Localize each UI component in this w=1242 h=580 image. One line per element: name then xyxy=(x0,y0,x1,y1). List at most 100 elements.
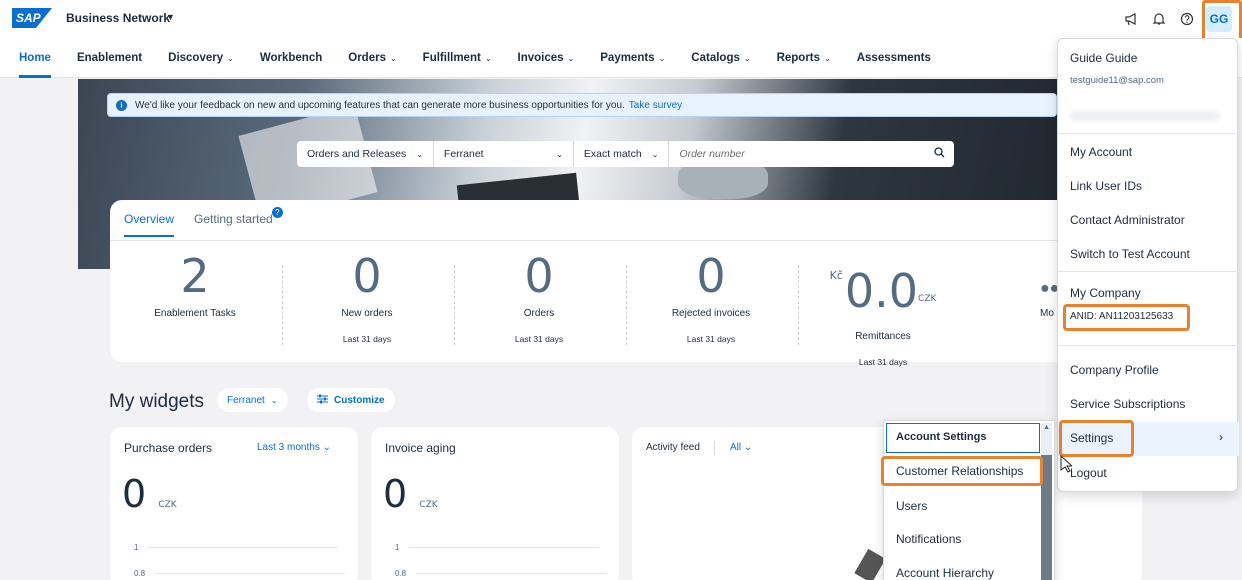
chevron-down-icon: ⌄ xyxy=(484,53,492,63)
nav-workbench[interactable]: Workbench xyxy=(260,38,322,78)
nav-fulfillment[interactable]: Fulfillment ⌄ xyxy=(423,38,492,78)
chevron-down-icon: ⌄ xyxy=(227,53,234,63)
chevron-down-icon: ⌄ xyxy=(556,149,563,159)
document-type-select[interactable]: Orders and Releases ⌄ xyxy=(297,141,434,167)
chevron-down-icon: ⌄ xyxy=(416,149,423,159)
tab-getting-started[interactable]: Getting started? xyxy=(194,207,283,237)
customer-relationships-highlight xyxy=(881,456,1043,486)
divider xyxy=(1058,345,1239,346)
widget-title: Activity feed xyxy=(646,442,700,453)
gridline xyxy=(416,573,607,574)
axis-tick: 1 xyxy=(134,543,339,552)
kpi-remittances[interactable]: Kč0.0CZK Remittances Last 31 days xyxy=(798,252,968,367)
match-type-select[interactable]: Exact match ⌄ xyxy=(574,141,670,167)
activity-filter-select[interactable]: All ⌄ xyxy=(730,442,752,453)
divider xyxy=(110,240,1110,241)
gridline xyxy=(155,573,346,574)
chevron-down-icon: ⌄ xyxy=(322,442,331,453)
sap-logo[interactable]: SAP xyxy=(12,8,52,28)
submenu-notifications[interactable]: Notifications xyxy=(896,532,961,546)
nav-label: Orders xyxy=(348,51,386,64)
nav-reports[interactable]: Reports ⌄ xyxy=(777,38,831,78)
nav-enablement[interactable]: Enablement xyxy=(77,38,142,78)
widget-value: 0 CZK xyxy=(122,474,177,525)
nav-assessments[interactable]: Assessments xyxy=(857,38,931,78)
nav-label: Assessments xyxy=(856,51,931,64)
bell-icon[interactable] xyxy=(1150,10,1168,28)
take-survey-link[interactable]: Take survey xyxy=(629,100,682,111)
nav-payments[interactable]: Payments ⌄ xyxy=(600,38,665,78)
nav-discovery[interactable]: Discovery ⌄ xyxy=(168,38,234,78)
feedback-text: We'd like your feedback on new and upcom… xyxy=(135,99,625,111)
order-number-input[interactable]: Order number xyxy=(669,148,924,160)
kpi-enablement-tasks[interactable]: 2 Enablement Tasks xyxy=(110,252,280,319)
value-number: 0 xyxy=(122,472,147,516)
currency-symbol: Kč xyxy=(829,269,843,282)
avatar-highlight xyxy=(1202,0,1242,41)
megaphone-icon[interactable] xyxy=(1122,10,1140,28)
menu-item-contact-administrator[interactable]: Contact Administrator xyxy=(1070,213,1185,227)
submenu-users[interactable]: Users xyxy=(896,499,927,513)
nav-catalogs[interactable]: Catalogs ⌄ xyxy=(691,38,750,78)
select-value: Last 3 months xyxy=(257,442,320,453)
kpi-value: 0 xyxy=(696,249,726,303)
kpi-label: Enablement Tasks xyxy=(154,308,236,319)
search-icon[interactable] xyxy=(924,147,954,161)
kpi-value: Kč0.0CZK xyxy=(798,252,968,323)
widgets-title: My widgets xyxy=(109,391,205,412)
more-label[interactable]: Mo xyxy=(1040,308,1054,319)
kpi-new-orders[interactable]: 0 New orders Last 31 days xyxy=(282,252,452,344)
kpi-period: Last 31 days xyxy=(686,334,736,344)
customer-select[interactable]: Ferranet ⌄ xyxy=(434,141,574,167)
tab-overview[interactable]: Overview xyxy=(124,212,175,237)
select-value: Orders and Releases xyxy=(307,148,407,160)
menu-item-service-subscriptions[interactable]: Service Subscriptions xyxy=(1070,397,1185,411)
nav-orders[interactable]: Orders ⌄ xyxy=(348,38,396,78)
menu-item-link-user-ids[interactable]: Link User IDs xyxy=(1070,179,1142,193)
value-number: 0 xyxy=(383,472,408,516)
overview-card: Overview Getting started? 2 Enablement T… xyxy=(110,200,1110,367)
value-unit: CZK xyxy=(419,500,438,510)
anid-highlight xyxy=(1063,304,1190,331)
divider xyxy=(714,441,715,455)
help-icon[interactable] xyxy=(1178,10,1196,28)
scroll-up-icon[interactable]: ▲ xyxy=(1043,424,1050,431)
kpi-label: Orders xyxy=(523,308,555,319)
tick-label: 0.8 xyxy=(134,569,146,578)
nav-label: Invoices xyxy=(517,51,564,64)
kpi-period: Last 31 days xyxy=(514,334,564,344)
overview-tabs: Overview Getting started? xyxy=(124,207,293,237)
product-switcher[interactable]: Business Network xyxy=(66,11,170,25)
divider xyxy=(1058,271,1239,272)
kpi-rejected-invoices[interactable]: 0 Rejected invoices Last 31 days xyxy=(626,252,796,344)
submenu-account-hierarchy[interactable]: Account Hierarchy xyxy=(896,566,994,580)
nav-home[interactable]: Home xyxy=(19,38,51,78)
period-select[interactable]: Last 3 months ⌄ xyxy=(257,442,331,453)
nav-label: Workbench xyxy=(259,51,323,64)
widgets-filter-button[interactable]: Ferranet ⌄ xyxy=(217,388,288,412)
chevron-down-icon: ⌄ xyxy=(270,395,278,405)
customize-button[interactable]: Customize xyxy=(307,388,395,412)
menu-item-logout[interactable]: Logout xyxy=(1070,466,1107,480)
nav-invoices[interactable]: Invoices ⌄ xyxy=(518,38,575,78)
kpi-value: 2 xyxy=(180,249,210,303)
menu-item-company-profile[interactable]: Company Profile xyxy=(1070,363,1159,377)
nav-label: Discovery xyxy=(168,51,224,64)
settings-highlight xyxy=(1059,420,1134,457)
main-navigation: Home Enablement Discovery ⌄ Workbench Ord… xyxy=(0,38,1242,78)
chevron-down-icon: ⌄ xyxy=(651,149,659,159)
pill-label: Customize xyxy=(334,394,385,406)
kpi-period: Last 31 days xyxy=(858,357,908,367)
tick-label: 1 xyxy=(395,543,400,552)
info-icon: i xyxy=(116,99,127,111)
submenu-account-settings[interactable]: Account Settings xyxy=(896,431,986,443)
chevron-down-icon: ⌄ xyxy=(389,53,397,63)
kpi-orders[interactable]: 0 Orders Last 31 days xyxy=(454,252,624,344)
menu-item-my-account[interactable]: My Account xyxy=(1070,145,1132,159)
chevron-down-icon: ⌄ xyxy=(743,442,753,453)
menu-item-switch-test-account[interactable]: Switch to Test Account xyxy=(1070,247,1190,261)
axis-tick: 0.8 xyxy=(134,569,346,578)
product-caret-icon[interactable]: ▼ xyxy=(166,12,175,22)
select-value: Ferranet xyxy=(443,148,484,160)
axis-tick: 1 xyxy=(395,543,600,552)
